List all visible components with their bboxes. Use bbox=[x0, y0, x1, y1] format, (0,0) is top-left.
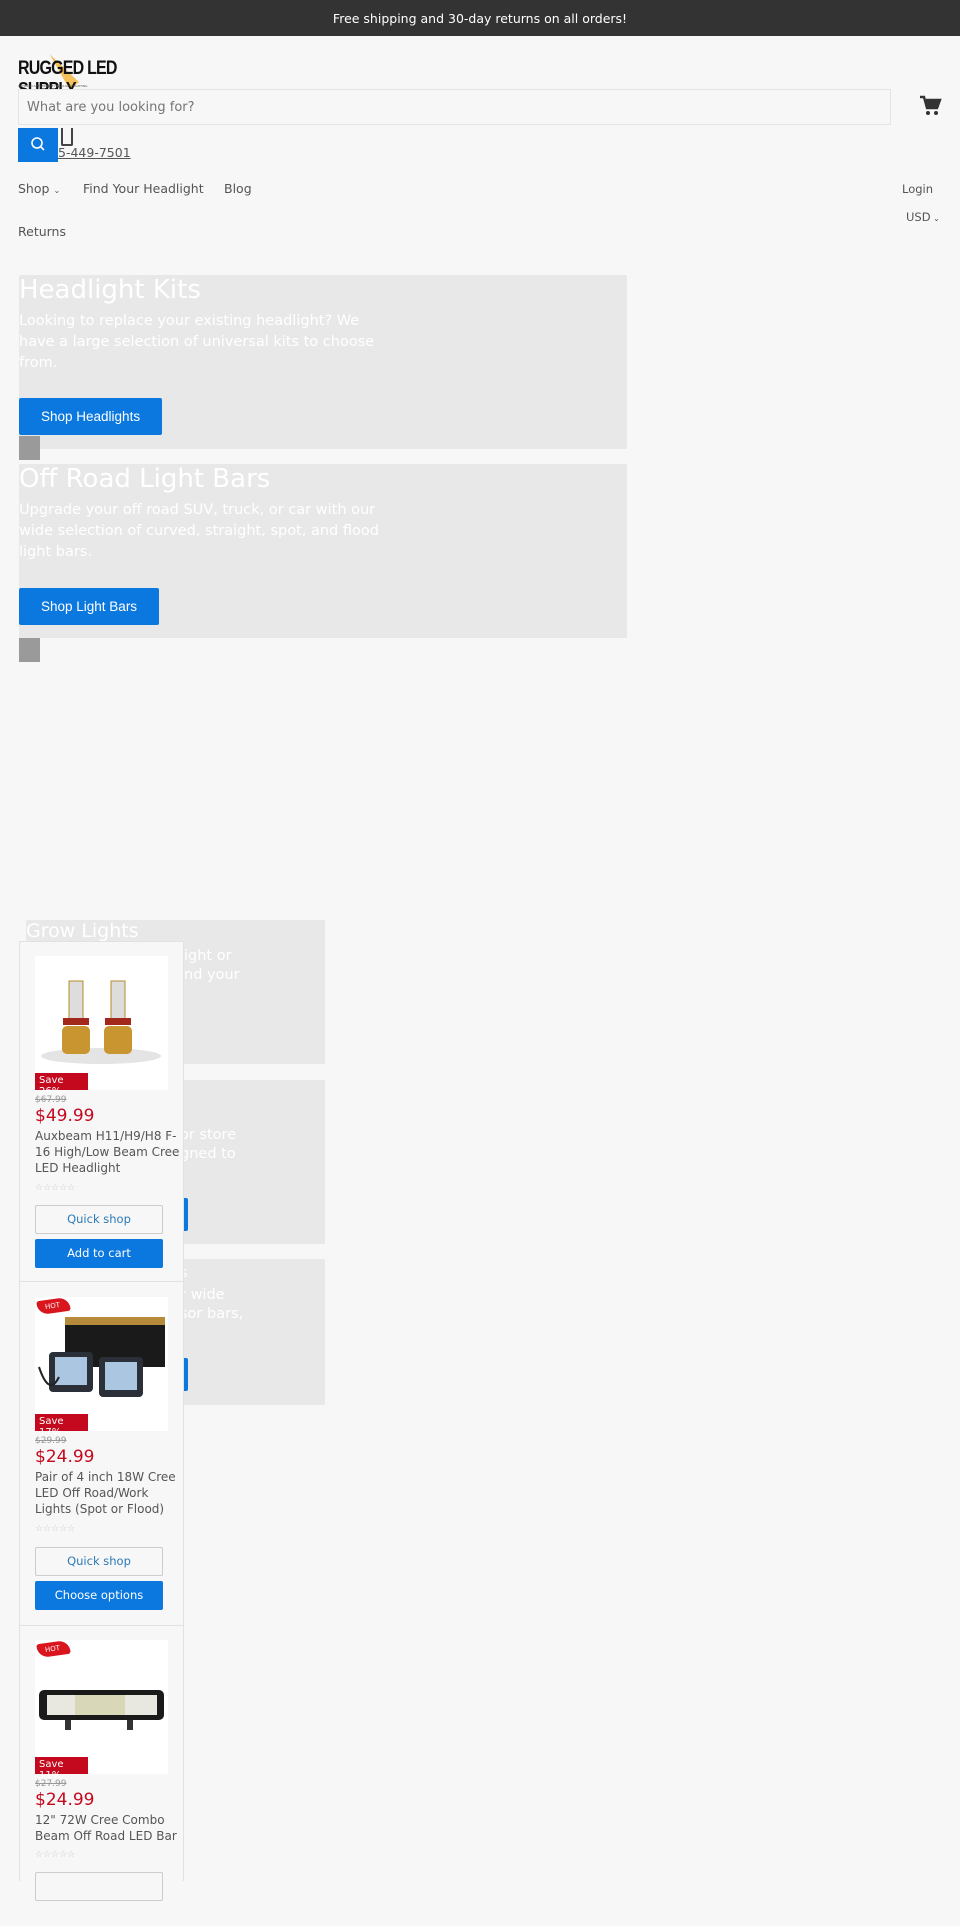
hero-title: Headlight Kits bbox=[19, 275, 201, 305]
product-image[interactable]: HOT bbox=[35, 1640, 168, 1774]
product-list: Save 26% $67.99 $49.99 Auxbeam H11/H9/H8… bbox=[19, 941, 184, 1901]
hero-title: Off Road Light Bars bbox=[19, 464, 271, 494]
light-bar-image bbox=[39, 1690, 164, 1730]
rating-stars: ☆☆☆☆☆ bbox=[35, 1524, 76, 1534]
product-title[interactable]: 12" 72W Cree Combo Beam Off Road LED Bar bbox=[35, 1812, 183, 1844]
product-card[interactable]: HOT Save 17% $29.99 $24.99 Pair of 4 inc… bbox=[20, 1283, 183, 1626]
hero-text: Upgrade your off road SUV, truck, or car… bbox=[19, 502, 379, 560]
currency-value: USD bbox=[906, 210, 931, 224]
slide-handle[interactable] bbox=[19, 436, 40, 460]
hero-text-fragment: ight or bbox=[184, 948, 232, 964]
quick-shop-button[interactable] bbox=[35, 1872, 163, 1901]
product-image[interactable]: HOT bbox=[35, 1297, 168, 1431]
add-to-cart-button[interactable]: Add to cart bbox=[35, 1239, 163, 1268]
rating-stars: ☆☆☆☆☆ bbox=[35, 1850, 76, 1860]
choose-options-button[interactable]: Choose options bbox=[35, 1581, 163, 1610]
hero-title: Grow Lights bbox=[26, 920, 139, 942]
shop-headlights-button[interactable]: Shop Headlights bbox=[19, 398, 163, 435]
announcement-text: Free shipping and 30-day returns on all … bbox=[332, 11, 628, 26]
product-title[interactable]: Auxbeam H11/H9/H8 F-16 High/Low Beam Cre… bbox=[35, 1128, 183, 1176]
hero-text-fragment: or store bbox=[180, 1127, 237, 1143]
logo[interactable]: RUGGED LED SUPPLY OFFROAD AUTOMOTIVE HEA… bbox=[18, 50, 143, 100]
nav-blog[interactable]: Blog bbox=[224, 181, 252, 196]
save-badge: Save 17% bbox=[35, 1414, 88, 1438]
cart-icon[interactable] bbox=[918, 94, 942, 118]
announcement-bar: Free shipping and 30-day returns on all … bbox=[0, 0, 960, 36]
phone-link[interactable]: 5-449-7501 bbox=[58, 145, 131, 160]
nav-returns[interactable]: Returns bbox=[18, 224, 66, 239]
hero-text-fragment: gned to bbox=[180, 1146, 236, 1162]
work-lights-image bbox=[38, 1317, 165, 1397]
product-card[interactable]: Save 26% $67.99 $49.99 Auxbeam H11/H9/H8… bbox=[20, 942, 183, 1282]
site-header bbox=[0, 36, 960, 252]
hero-light-bars: Off Road Light Bars Upgrade your off roa… bbox=[19, 464, 627, 638]
search-icon bbox=[31, 136, 45, 151]
slide-handle[interactable] bbox=[19, 638, 40, 662]
headlight-bulbs-image bbox=[41, 980, 161, 1064]
rating-stars: ☆☆☆☆☆ bbox=[35, 1183, 76, 1193]
search-button[interactable] bbox=[18, 128, 58, 162]
save-badge: Save 11% bbox=[35, 1757, 88, 1781]
hero-text-fragment: r wide bbox=[180, 1287, 225, 1303]
compare-price: $67.99 bbox=[35, 1095, 67, 1105]
hero-text-fragment: sor bars, bbox=[180, 1306, 244, 1322]
login-link[interactable]: Login bbox=[902, 182, 933, 196]
logo-tagline: OFFROAD AUTOMOTIVE HEADLIGHT LIGHTING bbox=[18, 84, 88, 88]
compare-price: $29.99 bbox=[35, 1436, 67, 1446]
quick-shop-button[interactable]: Quick shop bbox=[35, 1205, 163, 1234]
sale-price: $49.99 bbox=[35, 1106, 95, 1126]
chevron-down-icon: ⌄ bbox=[53, 186, 61, 195]
save-badge: Save 26% bbox=[35, 1073, 88, 1097]
nav-find-your-headlight[interactable]: Find Your Headlight bbox=[83, 181, 204, 196]
phone-icon bbox=[61, 128, 73, 146]
sale-price: $24.99 bbox=[35, 1790, 95, 1810]
product-title[interactable]: Pair of 4 inch 18W Cree LED Off Road/Wor… bbox=[35, 1469, 183, 1517]
search-input[interactable] bbox=[18, 89, 891, 125]
quick-shop-button[interactable]: Quick shop bbox=[35, 1547, 163, 1576]
hero-text: Looking to replace your existing headlig… bbox=[19, 313, 375, 371]
currency-selector[interactable]: USD ⌄ bbox=[906, 210, 940, 224]
nav-shop[interactable]: Shop ⌄ bbox=[18, 181, 60, 196]
product-card[interactable]: HOT Save 11% $27.99 $24.99 12" 72W Cree … bbox=[20, 1626, 183, 1926]
compare-price: $27.99 bbox=[35, 1779, 67, 1789]
nav-shop-label: Shop bbox=[18, 181, 50, 196]
hero-text-fragment: nd your bbox=[184, 967, 240, 983]
chevron-down-icon: ⌄ bbox=[930, 214, 940, 223]
shop-light-bars-button[interactable]: Shop Light Bars bbox=[19, 588, 160, 625]
sale-price: $24.99 bbox=[35, 1447, 95, 1467]
hero-headlight-kits: Headlight Kits Looking to replace your e… bbox=[19, 275, 627, 449]
product-image[interactable] bbox=[35, 956, 168, 1090]
